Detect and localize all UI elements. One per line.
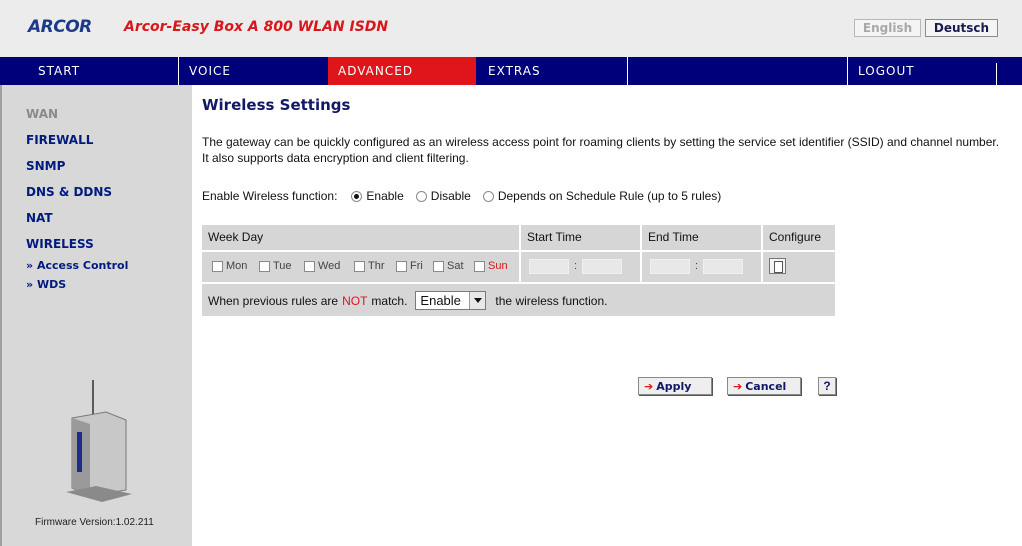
end-minute-input[interactable] bbox=[703, 259, 743, 274]
checkbox[interactable] bbox=[304, 260, 315, 272]
nav-empty bbox=[627, 57, 846, 85]
main-nav: START VOICE ADVANCED EXTRAS LOGOUT bbox=[0, 57, 1022, 85]
arcor-logo: ARCOR bbox=[28, 17, 92, 37]
day-label: Wed bbox=[318, 260, 341, 272]
product-title: Arcor-Easy Box A 800 WLAN ISDN bbox=[124, 19, 389, 35]
router-image bbox=[66, 380, 132, 502]
nav-advanced[interactable]: ADVANCED bbox=[328, 57, 476, 85]
not-text: NOT bbox=[342, 293, 368, 308]
day-label: Mon bbox=[226, 260, 248, 272]
day-label: Sat bbox=[447, 260, 464, 272]
day-checkbox-mon[interactable]: Mon bbox=[212, 260, 247, 272]
checkbox[interactable] bbox=[433, 260, 444, 272]
checkbox[interactable] bbox=[259, 260, 270, 272]
header: ARCOR Arcor-Easy Box A 800 WLAN ISDN Eng… bbox=[0, 0, 1022, 57]
arrow-right-icon: ➔ bbox=[733, 379, 743, 393]
column-divider bbox=[761, 225, 763, 282]
start-time-separator: : bbox=[574, 260, 578, 272]
column-divider bbox=[640, 225, 642, 282]
day-checkbox-tue[interactable]: Tue bbox=[259, 260, 292, 272]
day-label: Sun bbox=[488, 260, 508, 272]
sidebar-item-snmp[interactable]: SNMP bbox=[26, 159, 65, 173]
sidebar-subitem-wds[interactable]: » WDS bbox=[26, 278, 66, 291]
brand-text: ARCOR bbox=[28, 17, 92, 37]
sidebar-item-dns-ddns[interactable]: DNS & DDNS bbox=[26, 185, 112, 199]
cancel-label: Cancel bbox=[745, 379, 787, 393]
page-title: Wireless Settings bbox=[202, 96, 351, 114]
day-checkbox-sun[interactable]: Sun bbox=[474, 260, 508, 272]
when-middle-text: match. bbox=[371, 293, 408, 308]
radio-disable[interactable]: Disable bbox=[415, 189, 471, 203]
sidebar-subitem-access-control[interactable]: » Access Control bbox=[26, 259, 128, 272]
sidebar-item-nat[interactable]: NAT bbox=[26, 211, 53, 225]
start-hour-input[interactable] bbox=[529, 259, 569, 274]
radio-enable-label: Enable bbox=[366, 189, 404, 203]
nav-logout[interactable]: LOGOUT bbox=[847, 57, 996, 85]
schedule-table: Week Day Start Time End Time Configure M… bbox=[202, 225, 835, 316]
header-start-time: Start Time bbox=[527, 230, 582, 244]
english-button[interactable]: English bbox=[854, 19, 921, 37]
header-week-day: Week Day bbox=[208, 230, 264, 244]
header-end-time: End Time bbox=[648, 230, 699, 244]
configure-icon[interactable] bbox=[769, 258, 786, 274]
apply-label: Apply bbox=[656, 379, 692, 393]
fallback-rule-row: When previous rules are NOT match. Enabl… bbox=[208, 291, 607, 310]
end-time-separator: : bbox=[695, 260, 699, 272]
when-prefix-text: When previous rules are bbox=[208, 293, 339, 308]
arrow-right-icon: ➔ bbox=[644, 379, 654, 393]
cancel-button[interactable]: ➔ Cancel bbox=[727, 377, 801, 395]
nav-voice[interactable]: VOICE bbox=[178, 57, 327, 85]
radio-schedule[interactable]: Depends on Schedule Rule (up to 5 rules) bbox=[482, 189, 722, 203]
checkbox[interactable] bbox=[354, 260, 365, 272]
deutsch-button[interactable]: Deutsch bbox=[925, 19, 998, 37]
day-label: Thr bbox=[368, 260, 385, 272]
sidebar-item-wireless[interactable]: WIRELESS bbox=[26, 237, 94, 251]
select-value: Enable bbox=[420, 293, 461, 308]
nav-divider bbox=[996, 63, 997, 85]
header-configure: Configure bbox=[769, 230, 822, 244]
day-checkbox-thr[interactable]: Thr bbox=[354, 260, 385, 272]
radio-schedule-indicator[interactable] bbox=[482, 190, 494, 202]
sidebar: WAN FIREWALL SNMP DNS & DDNS NAT WIRELES… bbox=[0, 85, 192, 546]
help-button[interactable]: ? bbox=[818, 377, 836, 395]
day-checkbox-wed[interactable]: Wed bbox=[304, 260, 340, 272]
radio-enable[interactable]: Enable bbox=[351, 189, 404, 203]
day-label: Tue bbox=[273, 260, 292, 272]
sidebar-item-firewall[interactable]: FIREWALL bbox=[26, 133, 93, 147]
content-area: Wireless Settings The gateway can be qui… bbox=[192, 85, 1022, 546]
end-hour-input[interactable] bbox=[650, 259, 690, 274]
radio-enable-indicator[interactable] bbox=[351, 190, 363, 202]
column-divider bbox=[519, 225, 521, 282]
day-label: Fri bbox=[410, 260, 423, 272]
nav-extras[interactable]: EXTRAS bbox=[478, 57, 627, 85]
sidebar-item-wan[interactable]: WAN bbox=[26, 107, 58, 121]
start-minute-input[interactable] bbox=[582, 259, 622, 274]
wds-label: WDS bbox=[36, 278, 67, 291]
radio-schedule-label: Depends on Schedule Rule (up to 5 rules) bbox=[497, 189, 722, 203]
when-suffix-text: the wireless function. bbox=[495, 293, 608, 308]
chevron-down-icon[interactable] bbox=[469, 292, 486, 309]
enable-wireless-label: Enable Wireless function: bbox=[202, 189, 338, 203]
row-divider bbox=[202, 282, 835, 284]
apply-button[interactable]: ➔ Apply bbox=[638, 377, 712, 395]
radio-disable-label: Disable bbox=[430, 189, 471, 203]
fallback-action-select[interactable]: Enable bbox=[415, 291, 487, 310]
checkbox[interactable] bbox=[212, 260, 223, 272]
nav-start[interactable]: START bbox=[28, 57, 176, 85]
checkbox[interactable] bbox=[474, 260, 485, 272]
day-checkbox-fri[interactable]: Fri bbox=[396, 260, 423, 272]
firmware-version: Firmware Version:1.02.211 bbox=[35, 517, 154, 528]
page-description: The gateway can be quickly configured as… bbox=[202, 135, 1000, 165]
day-checkbox-sat[interactable]: Sat bbox=[433, 260, 464, 272]
radio-disable-indicator[interactable] bbox=[415, 190, 427, 202]
access-control-label: Access Control bbox=[36, 259, 129, 272]
row-divider bbox=[202, 250, 835, 252]
wireless-enable-row: Enable Wireless function: Enable Disable… bbox=[202, 189, 721, 203]
checkbox[interactable] bbox=[396, 260, 407, 272]
